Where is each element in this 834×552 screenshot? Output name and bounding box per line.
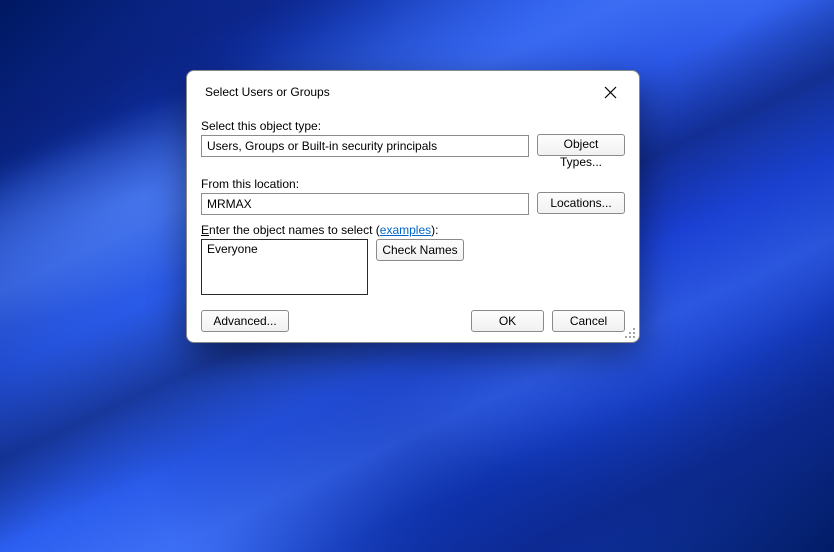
object-names-label: Enter the object names to select (exampl… <box>201 223 625 237</box>
ok-button[interactable]: OK <box>471 310 544 332</box>
object-type-field[interactable]: Users, Groups or Built-in security princ… <box>201 135 529 157</box>
location-label: From this location: <box>201 177 529 191</box>
cancel-button[interactable]: Cancel <box>552 310 625 332</box>
close-button[interactable] <box>595 77 625 107</box>
object-names-input[interactable] <box>201 239 368 295</box>
object-types-button[interactable]: Object Types... <box>537 134 625 156</box>
examples-link[interactable]: examples <box>380 223 431 237</box>
dialog-content: Select this object type: Users, Groups o… <box>187 113 639 342</box>
titlebar: Select Users or Groups <box>187 71 639 113</box>
dialog-title: Select Users or Groups <box>205 85 330 99</box>
dialog-footer: Advanced... OK Cancel <box>201 310 625 332</box>
locations-button[interactable]: Locations... <box>537 192 625 214</box>
advanced-button[interactable]: Advanced... <box>201 310 289 332</box>
select-users-dialog: Select Users or Groups Select this objec… <box>186 70 640 343</box>
location-field[interactable]: MRMAX <box>201 193 529 215</box>
object-type-label: Select this object type: <box>201 119 529 133</box>
close-icon <box>604 86 617 99</box>
check-names-button[interactable]: Check Names <box>376 239 464 261</box>
